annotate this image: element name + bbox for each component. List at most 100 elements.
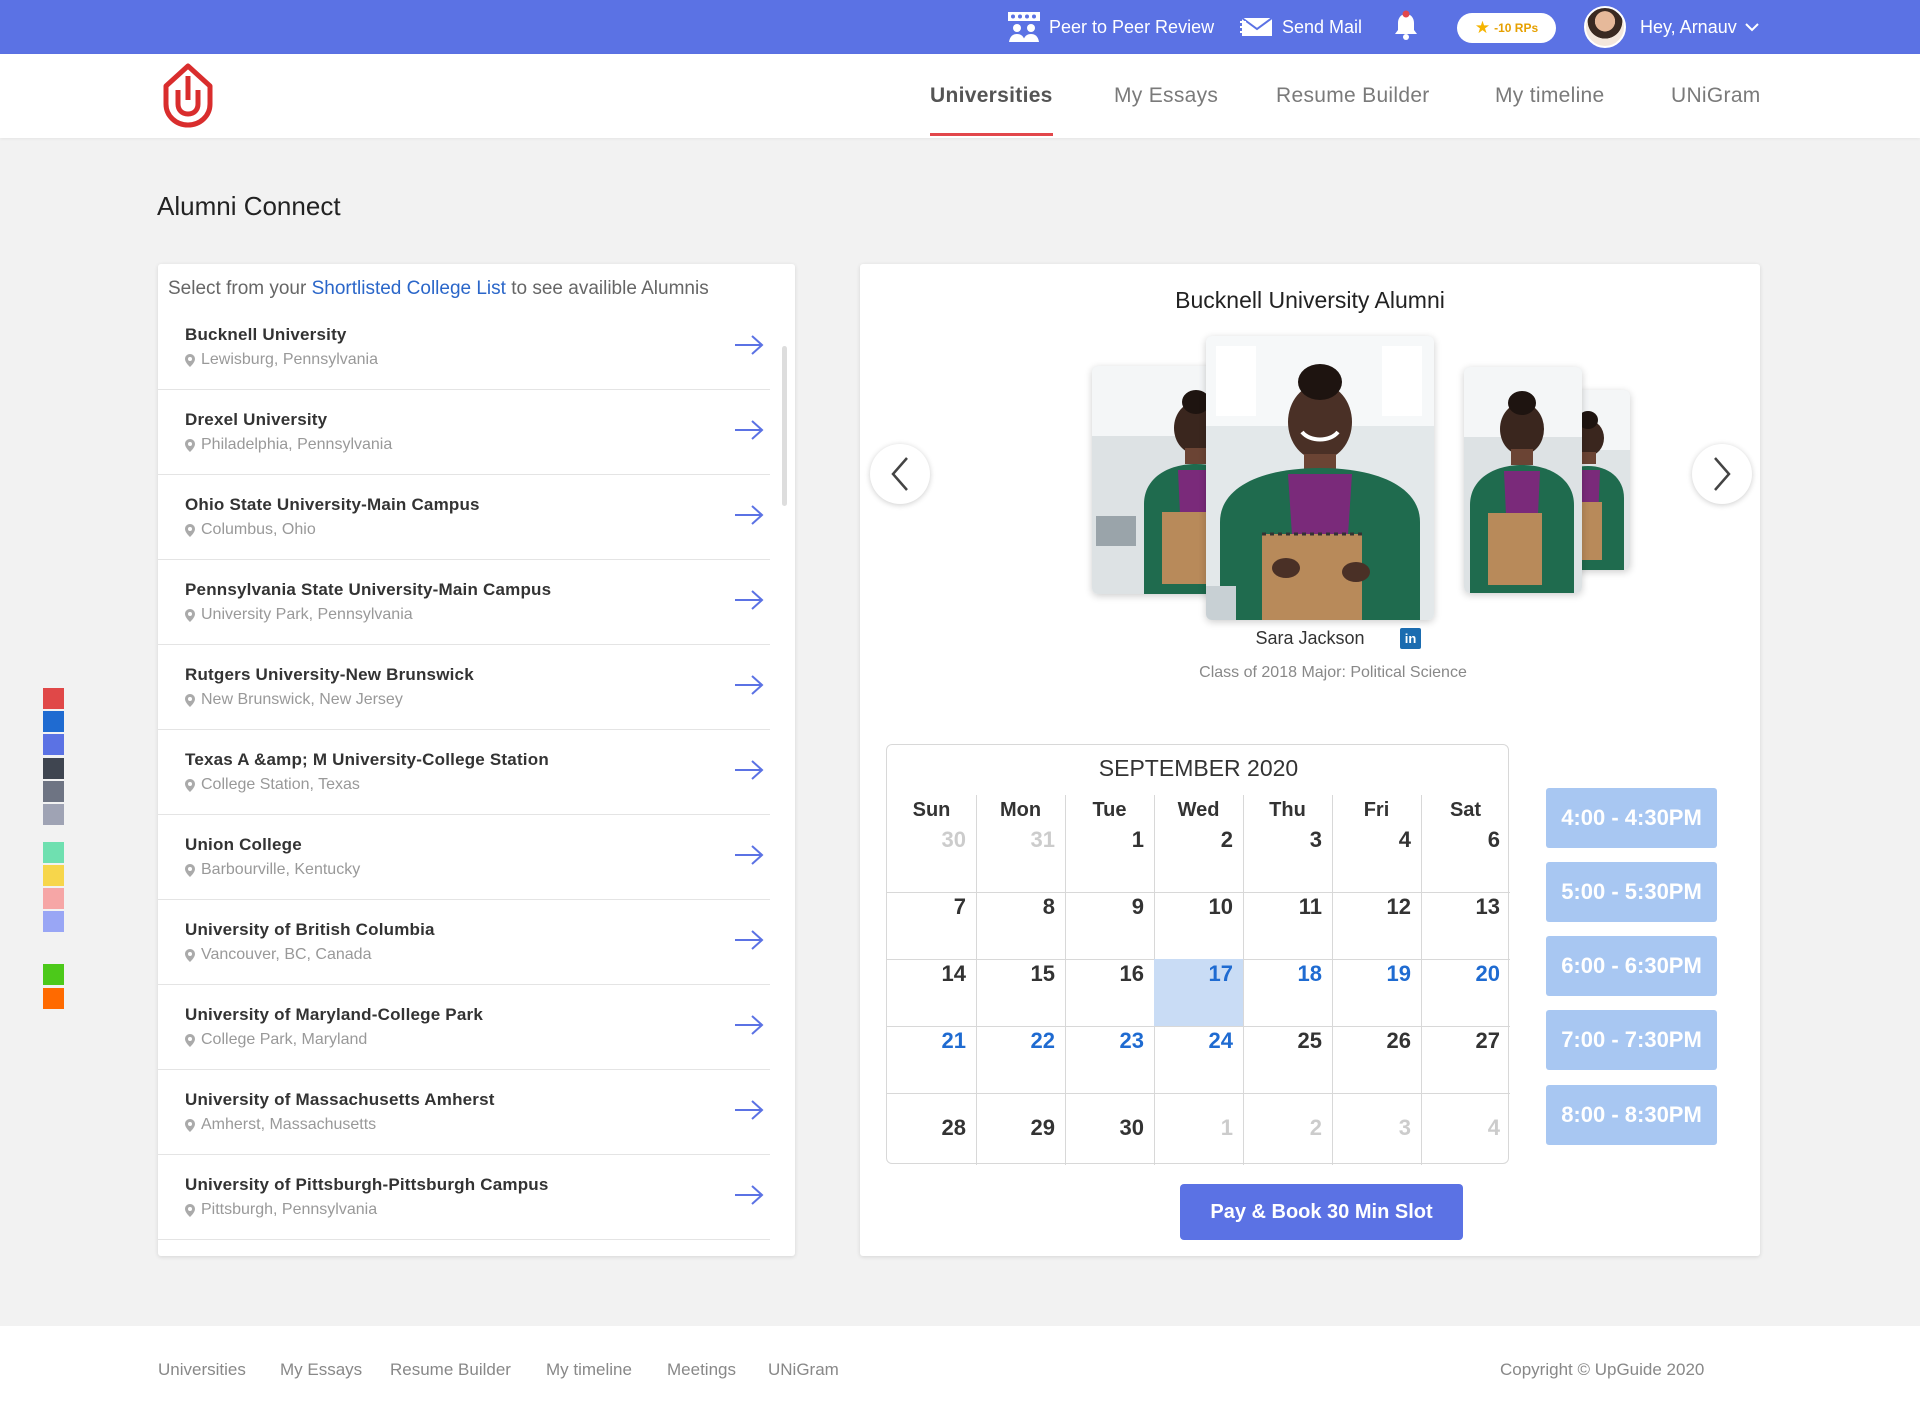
university-row[interactable]: Union College Barbourville, Kentucky [158, 815, 770, 900]
university-row[interactable]: University of Pittsburgh-Pittsburgh Camp… [158, 1155, 770, 1240]
calendar-day[interactable]: 30 [1065, 1093, 1154, 1165]
footer-link[interactable]: Universities [158, 1360, 246, 1380]
arrow-right-icon[interactable] [734, 589, 764, 611]
carousel-prev-button[interactable] [870, 444, 930, 504]
calendar-day[interactable]: 20 [1421, 959, 1510, 1026]
send-mail-link[interactable]: Send Mail [1240, 0, 1362, 54]
university-row[interactable]: Ohio State University-Main Campus Columbu… [158, 475, 770, 560]
calendar-day[interactable]: 25 [1243, 1026, 1332, 1093]
color-swatch[interactable] [43, 865, 64, 886]
linkedin-icon[interactable]: in [1400, 628, 1421, 649]
peer-review-link[interactable]: Peer to Peer Review [1007, 0, 1214, 54]
color-swatch[interactable] [43, 888, 64, 909]
shortlisted-college-link[interactable]: Shortlisted College List [312, 278, 506, 299]
calendar-day[interactable]: 9 [1065, 892, 1154, 959]
calendar-day[interactable]: 18 [1243, 959, 1332, 1026]
color-swatch[interactable] [43, 688, 64, 709]
alumni-photo-3[interactable] [1464, 367, 1582, 593]
footer-link[interactable]: My Essays [280, 1360, 362, 1380]
calendar-day[interactable]: 27 [1421, 1026, 1510, 1093]
calendar-day[interactable]: 11 [1243, 892, 1332, 959]
calendar-day[interactable]: 1 [1065, 825, 1154, 892]
calendar-day[interactable]: 16 [1065, 959, 1154, 1026]
calendar-day[interactable]: 13 [1421, 892, 1510, 959]
list-scrollbar[interactable] [782, 346, 787, 506]
time-slot-button[interactable]: 8:00 - 8:30PM [1546, 1085, 1717, 1145]
calendar-day: 1 [1220, 1115, 1233, 1140]
calendar-day[interactable]: 24 [1154, 1026, 1243, 1093]
nav-resume-builder[interactable]: Resume Builder [1276, 54, 1430, 138]
arrow-right-icon[interactable] [734, 929, 764, 951]
user-menu[interactable]: Hey, Arnauv [1640, 0, 1759, 54]
university-row[interactable]: Rutgers University-New Brunswick New Brun… [158, 645, 770, 730]
arrow-right-icon[interactable] [734, 504, 764, 526]
calendar-day[interactable]: 22 [976, 1026, 1065, 1093]
footer-link[interactable]: Resume Builder [390, 1360, 511, 1380]
arrow-right-icon[interactable] [734, 1014, 764, 1036]
calendar-day[interactable]: 10 [1154, 892, 1243, 959]
university-row[interactable]: Pennsylvania State University-Main Campu… [158, 560, 770, 645]
calendar-day-selected[interactable]: 17 [1154, 959, 1243, 1026]
university-row[interactable]: Texas A &amp; M University-College Stati… [158, 730, 770, 815]
nav-unigram[interactable]: UNiGram [1671, 54, 1761, 138]
footer-link[interactable]: Meetings [667, 1360, 736, 1380]
calendar-day[interactable]: 6 [1421, 825, 1510, 892]
arrow-right-icon[interactable] [734, 334, 764, 356]
color-swatch[interactable] [43, 711, 64, 732]
university-row[interactable]: Bucknell University Lewisburg, Pennsylvan… [158, 305, 770, 390]
color-swatch[interactable] [43, 734, 64, 755]
carousel-next-button[interactable] [1692, 444, 1752, 504]
university-row[interactable]: Drexel University Philadelphia, Pennsylva… [158, 390, 770, 475]
color-swatch[interactable] [43, 804, 64, 825]
greeting-label: Hey, Arnauv [1640, 16, 1737, 37]
nav-my-essays[interactable]: My Essays [1114, 54, 1218, 138]
arrow-right-icon[interactable] [734, 759, 764, 781]
page-title: Alumni Connect [157, 191, 341, 221]
upguide-logo[interactable] [160, 62, 216, 128]
nav-universities[interactable]: Universities [930, 54, 1053, 138]
university-row[interactable]: University of British Columbia Vancouver,… [158, 900, 770, 985]
calendar-day[interactable]: 2 [1154, 825, 1243, 892]
arrow-right-icon[interactable] [734, 419, 764, 441]
calendar-day[interactable]: 14 [887, 959, 976, 1026]
color-swatch[interactable] [43, 842, 64, 863]
color-swatch[interactable] [43, 911, 64, 932]
footer-link[interactable]: My timeline [546, 1360, 632, 1380]
notification-bell[interactable] [1393, 0, 1419, 54]
arrow-right-icon[interactable] [734, 844, 764, 866]
calendar-day[interactable]: 12 [1332, 892, 1421, 959]
arrow-right-icon[interactable] [734, 1184, 764, 1206]
color-swatch[interactable] [43, 758, 64, 779]
calendar-day[interactable]: 7 [887, 892, 976, 959]
calendar-day[interactable]: 29 [976, 1093, 1065, 1165]
alumni-photo-main[interactable] [1206, 336, 1434, 620]
rp-badge[interactable]: ★ -10 RPs [1457, 13, 1556, 43]
university-row[interactable]: University of Massachusetts Amherst Amher… [158, 1070, 770, 1155]
calendar-day[interactable]: 26 [1332, 1026, 1421, 1093]
color-swatch[interactable] [43, 964, 64, 985]
calendar-day[interactable]: 3 [1243, 825, 1332, 892]
calendar-day[interactable]: 4 [1332, 825, 1421, 892]
footer-link[interactable]: UNiGram [768, 1360, 839, 1380]
color-swatch[interactable] [43, 988, 64, 1009]
time-slot-button[interactable]: 5:00 - 5:30PM [1546, 862, 1717, 922]
rp-badge-label: -10 RPs [1494, 21, 1539, 35]
nav-my-timeline[interactable]: My timeline [1495, 54, 1605, 138]
university-row[interactable]: University of Maryland-College Park Colle… [158, 985, 770, 1070]
color-swatch[interactable] [43, 781, 64, 802]
calendar-day[interactable]: 15 [976, 959, 1065, 1026]
college-list-intro: Select from your Shortlisted College Lis… [168, 278, 709, 300]
calendar-day[interactable]: 19 [1332, 959, 1421, 1026]
arrow-right-icon[interactable] [734, 674, 764, 696]
time-slot-button[interactable]: 7:00 - 7:30PM [1546, 1010, 1717, 1070]
time-slot-button[interactable]: 6:00 - 6:30PM [1546, 936, 1717, 996]
arrow-right-icon[interactable] [734, 1099, 764, 1121]
time-slot-button[interactable]: 4:00 - 4:30PM [1546, 788, 1717, 848]
university-name: Pennsylvania State University-Main Campu… [185, 580, 552, 599]
calendar-day[interactable]: 21 [887, 1026, 976, 1093]
calendar-day[interactable]: 28 [887, 1093, 976, 1165]
calendar-day[interactable]: 8 [976, 892, 1065, 959]
avatar[interactable] [1584, 6, 1626, 48]
pay-book-button[interactable]: Pay & Book 30 Min Slot [1180, 1184, 1463, 1240]
calendar-day[interactable]: 23 [1065, 1026, 1154, 1093]
